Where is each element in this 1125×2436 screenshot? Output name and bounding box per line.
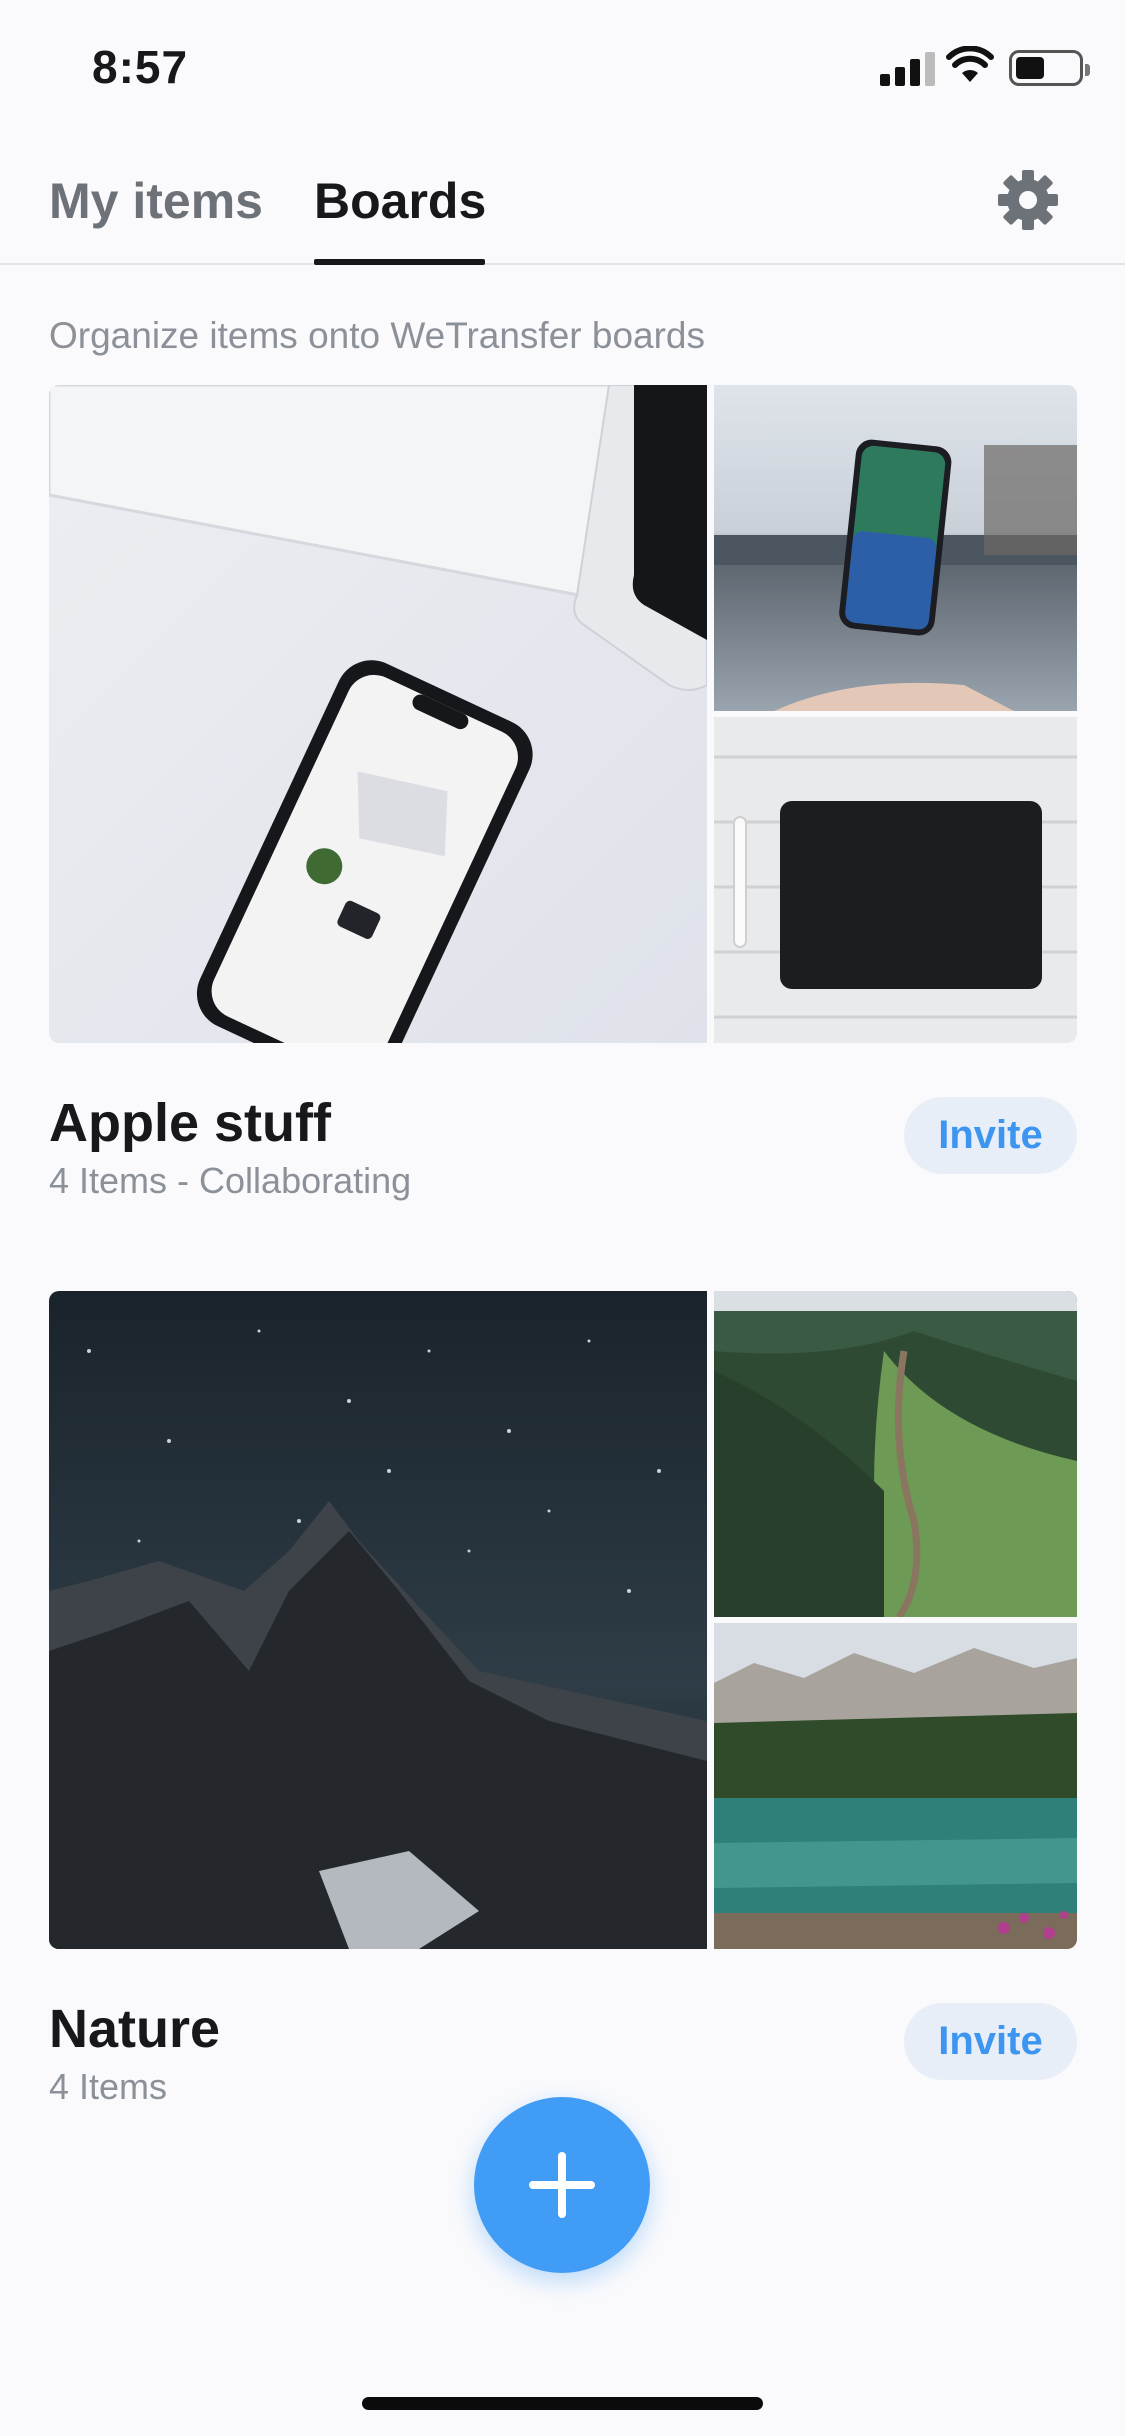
gear-icon[interactable] bbox=[996, 168, 1060, 232]
alpine-lake-image bbox=[714, 1623, 1077, 1949]
tab-boards[interactable]: Boards bbox=[314, 172, 486, 230]
boards-subtitle: Organize items onto WeTransfer boards bbox=[49, 315, 706, 356]
board-title: Nature bbox=[49, 1999, 221, 2059]
board-meta: 4 Items bbox=[49, 2066, 168, 2107]
battery-icon bbox=[1009, 50, 1090, 86]
plus-icon bbox=[529, 2152, 595, 2218]
home-indicator[interactable] bbox=[362, 2397, 763, 2410]
board-card-nature[interactable]: Nature 4 Items Invite bbox=[49, 1291, 1077, 2107]
tab-my-items[interactable]: My items bbox=[49, 172, 263, 230]
wifi-icon bbox=[946, 46, 994, 82]
add-board-button[interactable] bbox=[474, 2097, 650, 2273]
iphone-on-desk-image bbox=[49, 385, 707, 1043]
invite-button[interactable]: Invite bbox=[904, 2003, 1077, 2080]
cellular-signal-icon bbox=[880, 50, 936, 86]
status-bar: 8:57 bbox=[0, 0, 1125, 132]
board-card-apple-stuff[interactable]: Apple stuff 4 Items - Collaborating Invi… bbox=[49, 385, 1077, 1201]
board-title: Apple stuff bbox=[49, 1093, 331, 1153]
tab-bar: My items Boards bbox=[0, 150, 1125, 265]
board-collage[interactable] bbox=[49, 385, 1077, 1043]
ipad-pencil-image bbox=[714, 717, 1077, 1043]
invite-button[interactable]: Invite bbox=[904, 1097, 1077, 1174]
status-time: 8:57 bbox=[92, 41, 189, 93]
boards-screen: 8:57 My items Boards Organize items onto… bbox=[0, 0, 1125, 2436]
night-mountains-image bbox=[49, 1291, 707, 1949]
green-mountain-trail-image bbox=[714, 1291, 1077, 1617]
board-meta: 4 Items - Collaborating bbox=[49, 1160, 412, 1201]
floating-iphone-lake-image bbox=[714, 385, 1077, 711]
active-tab-indicator bbox=[314, 259, 485, 265]
board-collage[interactable] bbox=[49, 1291, 1077, 1949]
